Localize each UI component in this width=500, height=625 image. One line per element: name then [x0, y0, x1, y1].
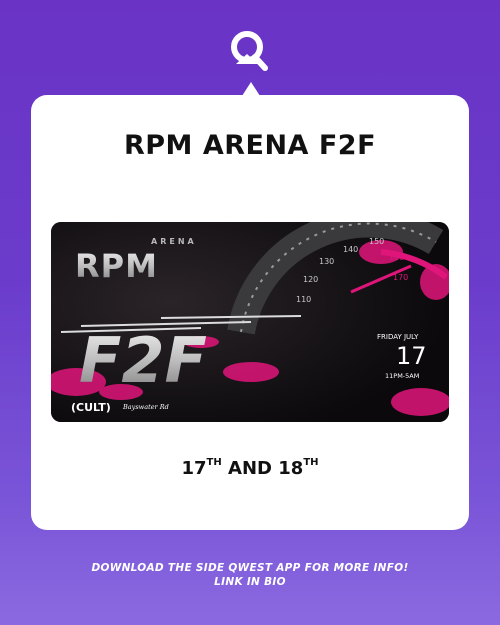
banner-time: 11PM-5AM [385, 372, 419, 380]
date-joiner: AND [228, 458, 272, 479]
sponsor-bayswater: Bayswater Rd [122, 403, 169, 411]
f2f-title-text: F2F [79, 324, 207, 397]
side-qwest-logo-icon [226, 28, 272, 74]
event-title: RPM ARENA F2F [123, 130, 377, 161]
event-dates: 17TH AND 18TH [31, 457, 469, 479]
gauge-tick-label: 110 [296, 295, 311, 304]
sponsor-cult: (CULT) [71, 401, 111, 414]
event-banner[interactable]: 110 120 130 140 150 160 170 ARENA RPM F2… [51, 222, 449, 422]
gauge-tick-label: 120 [303, 275, 318, 284]
gauge-tick-label: 140 [343, 245, 358, 254]
event-card[interactable]: RPM ARENA F2F 110 120 130 140 150 160 17… [31, 95, 469, 530]
footer-line-1: DOWNLOAD THE SIDE QWEST APP FOR MORE INF… [91, 562, 409, 574]
date-day2: 18 [278, 458, 304, 479]
gauge-tick-label: 160 [389, 253, 404, 262]
gauge-tick-label: 130 [319, 257, 334, 266]
gauge-tick-label: 150 [369, 237, 384, 246]
arena-label: ARENA [151, 237, 197, 246]
gauge-tick-label: 170 [393, 273, 408, 282]
banner-date-label: FRIDAY JULY [377, 333, 419, 341]
date-day1: 17 [181, 458, 207, 479]
banner-day: 17 [396, 342, 427, 370]
date-day1-suffix: TH [206, 457, 222, 468]
rpm-logo-text: RPM [75, 247, 158, 285]
footer-line-2[interactable]: LINK IN BIO [0, 575, 500, 589]
card-pointer [242, 82, 260, 96]
date-day2-suffix: TH [303, 457, 319, 468]
footer-cta: DOWNLOAD THE SIDE QWEST APP FOR MORE INF… [0, 561, 500, 589]
